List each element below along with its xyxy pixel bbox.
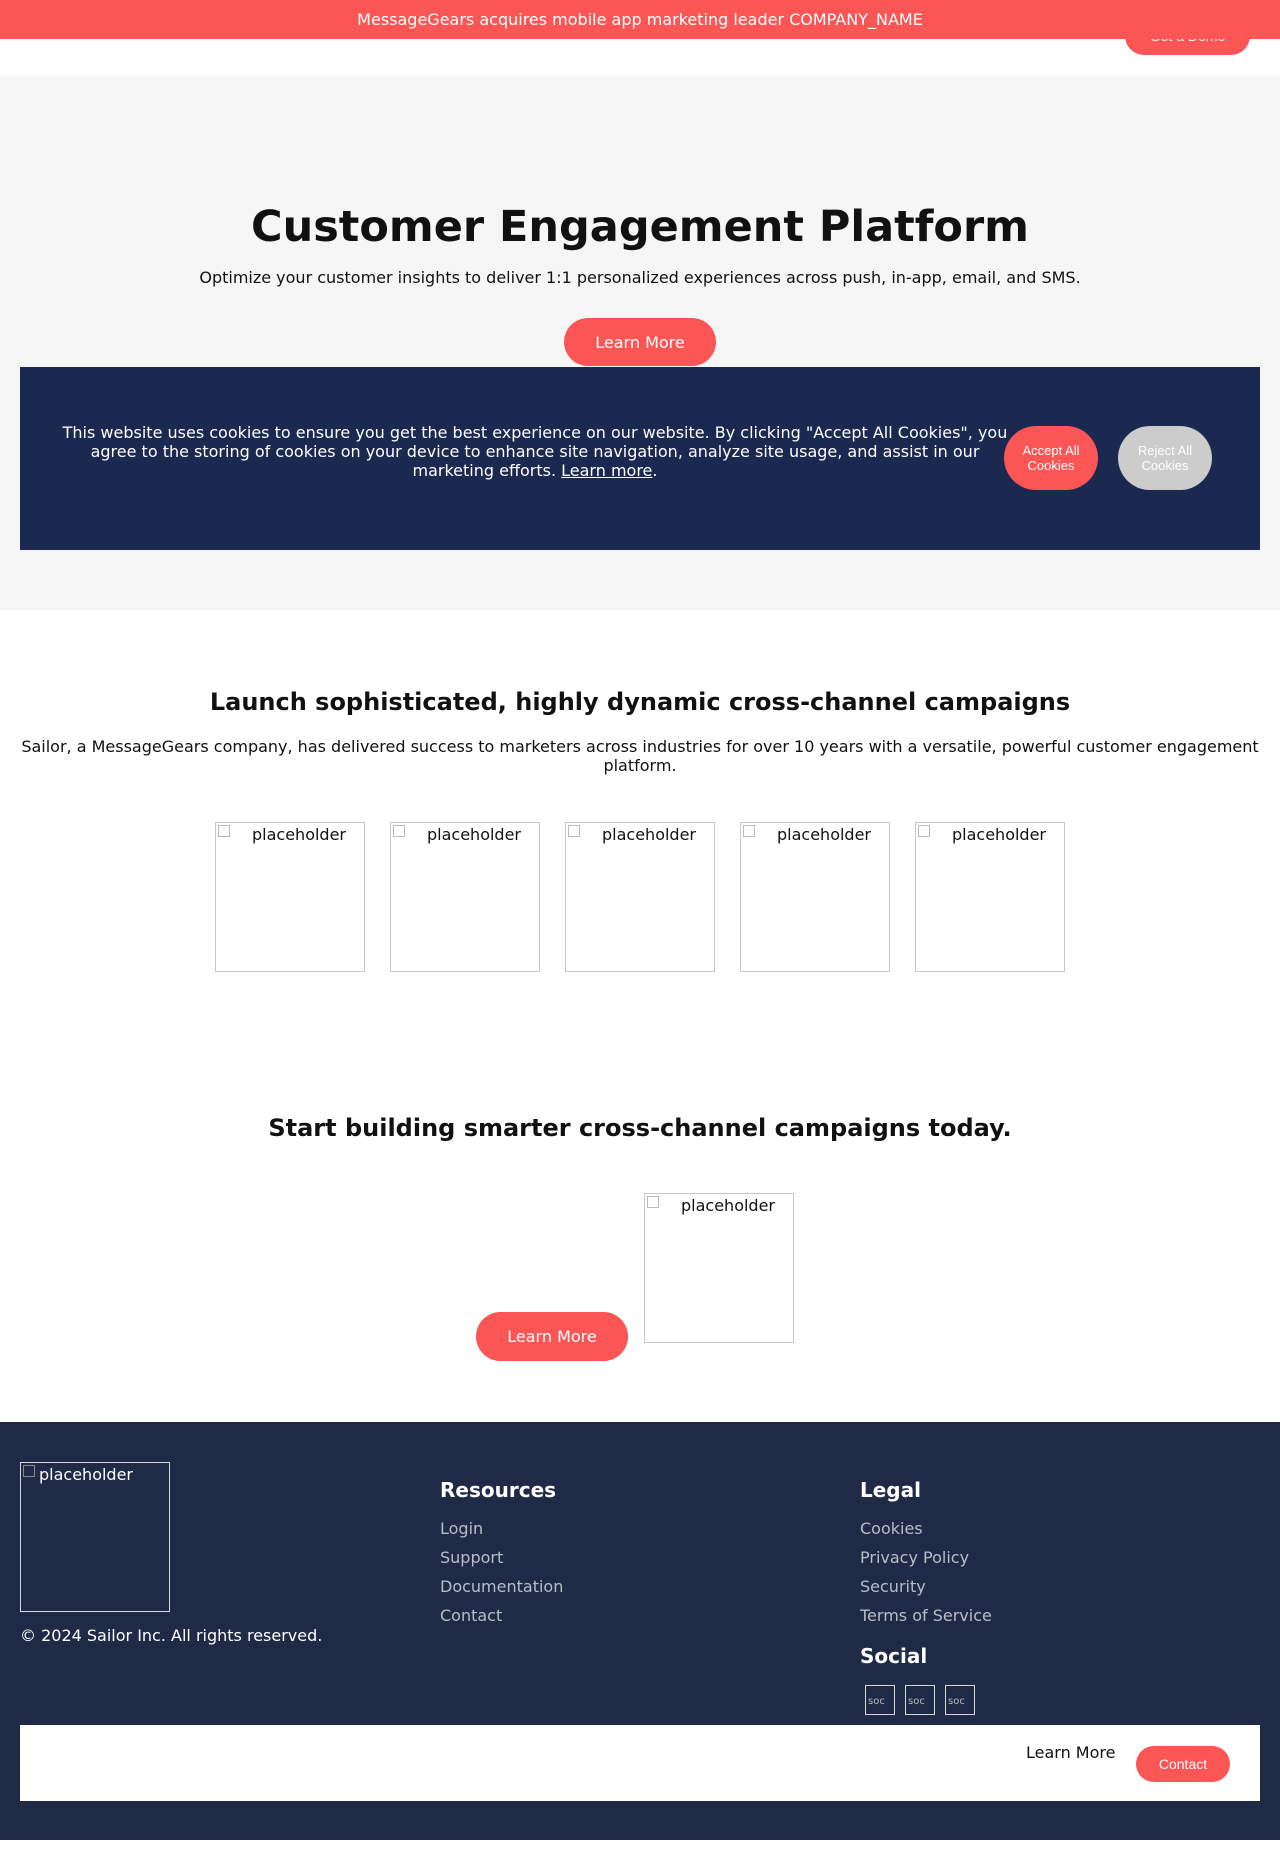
announcement-text[interactable]: MessageGears acquires mobile app marketi… xyxy=(357,10,923,29)
cta-image: placeholder xyxy=(644,1193,794,1343)
footer-logo[interactable]: placeholder xyxy=(20,1462,170,1612)
broken-image-icon xyxy=(393,825,405,837)
broken-image-icon xyxy=(23,1465,35,1477)
site-header xyxy=(0,39,1280,76)
broken-image-icon xyxy=(647,1196,659,1208)
footer-link-login[interactable]: Login xyxy=(440,1519,483,1538)
footer-link-contact[interactable]: Contact xyxy=(440,1606,502,1625)
hero-learn-more-button[interactable]: Learn More xyxy=(564,318,716,366)
bottom-learn-more-link[interactable]: Learn More xyxy=(1026,1743,1115,1762)
cookie-message-text: This website uses cookies to ensure you … xyxy=(62,423,1008,480)
customer-logo-alt: placeholder xyxy=(777,825,871,844)
customer-logo-alt: placeholder xyxy=(252,825,346,844)
footer-link-terms[interactable]: Terms of Service xyxy=(860,1606,992,1625)
customer-logo-alt: placeholder xyxy=(952,825,1046,844)
campaigns-title: Launch sophisticated, highly dynamic cro… xyxy=(209,688,1071,716)
contact-button[interactable]: Contact xyxy=(1136,1746,1230,1782)
campaigns-subtitle: Sailor, a MessageGears company, has deli… xyxy=(21,737,1259,775)
customer-logo-4: placeholder xyxy=(740,822,890,972)
social-icon-3[interactable]: soc xyxy=(945,1685,975,1715)
hero-title: Customer Engagement Platform xyxy=(251,202,1029,252)
broken-image-icon xyxy=(918,825,930,837)
cta-image-alt: placeholder xyxy=(681,1196,775,1215)
social-heading: Social xyxy=(860,1644,928,1668)
cta-learn-more-button[interactable]: Learn More xyxy=(476,1312,628,1361)
customer-logo-1: placeholder xyxy=(215,822,365,972)
copyright-text: © 2024 Sailor Inc. All rights reserved. xyxy=(20,1626,323,1645)
announcement-bar[interactable]: MessageGears acquires mobile app marketi… xyxy=(0,0,1280,39)
social-icon-1[interactable]: soc xyxy=(865,1685,895,1715)
cta-title: Start building smarter cross-channel cam… xyxy=(268,1114,1012,1142)
footer-link-privacy-policy[interactable]: Privacy Policy xyxy=(860,1548,969,1567)
footer-link-support[interactable]: Support xyxy=(440,1548,503,1567)
customer-logo-alt: placeholder xyxy=(602,825,696,844)
reject-cookies-button[interactable]: Reject All Cookies xyxy=(1118,426,1212,490)
cookie-learn-more-link[interactable]: Learn more xyxy=(561,461,652,480)
resources-heading: Resources xyxy=(440,1478,557,1502)
sticky-bottom-bar: Learn More Contact xyxy=(20,1725,1260,1801)
hero-subtitle: Optimize your customer insights to deliv… xyxy=(199,268,1081,287)
broken-image-icon xyxy=(218,825,230,837)
footer-link-security[interactable]: Security xyxy=(860,1577,926,1596)
footer-link-cookies[interactable]: Cookies xyxy=(860,1519,923,1538)
broken-image-icon xyxy=(743,825,755,837)
accept-cookies-button[interactable]: Accept All Cookies xyxy=(1004,426,1098,490)
customer-logo-2: placeholder xyxy=(390,822,540,972)
broken-image-icon xyxy=(568,825,580,837)
cookie-message: This website uses cookies to ensure you … xyxy=(62,423,1008,480)
customer-logo-alt: placeholder xyxy=(427,825,521,844)
social-icon-2[interactable]: soc xyxy=(905,1685,935,1715)
footer-link-documentation[interactable]: Documentation xyxy=(440,1577,563,1596)
cookie-banner: This website uses cookies to ensure you … xyxy=(20,367,1260,550)
footer-logo-alt: placeholder xyxy=(39,1465,133,1484)
customer-logo-3: placeholder xyxy=(565,822,715,972)
legal-heading: Legal xyxy=(860,1478,921,1502)
customer-logo-5: placeholder xyxy=(915,822,1065,972)
